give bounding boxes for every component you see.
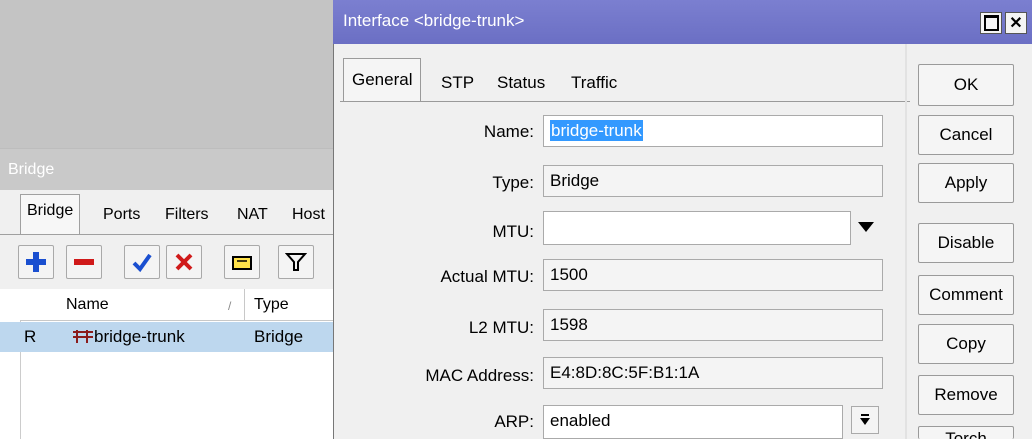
mac-address-field: E4:8D:8C:5F:B1:1A — [543, 357, 883, 389]
checkmark-icon — [132, 253, 152, 273]
tab-nat[interactable]: NAT — [230, 198, 275, 234]
tab-bridge[interactable]: Bridge — [20, 194, 81, 235]
name-field[interactable]: bridge-trunk — [543, 115, 883, 147]
actual-mtu-label: Actual MTU: — [440, 267, 534, 286]
mtu-dropdown-arrow[interactable] — [856, 219, 876, 240]
torch-button-label: Torch — [945, 429, 987, 439]
minus-icon — [74, 259, 94, 265]
note-icon — [232, 256, 252, 270]
background-area — [0, 0, 340, 148]
dialog-title-bar[interactable]: Interface <bridge-trunk> — [333, 0, 1032, 44]
remove-button[interactable] — [66, 245, 102, 279]
plus-icon — [26, 252, 46, 272]
enable-button[interactable] — [124, 245, 160, 279]
type-field: Bridge — [543, 165, 883, 197]
column-divider — [244, 289, 245, 321]
comment-button[interactable] — [224, 245, 260, 279]
cancel-button[interactable]: Cancel — [918, 115, 1014, 155]
tab-stp[interactable]: STP — [432, 68, 483, 100]
arp-dropdown-button[interactable] — [851, 406, 879, 434]
dialog-title: Interface <bridge-trunk> — [343, 11, 525, 30]
disable-button[interactable]: Disable — [918, 223, 1014, 263]
actual-mtu-field: 1500 — [543, 259, 883, 291]
row-type: Bridge — [254, 327, 304, 346]
tab-status[interactable]: Status — [488, 68, 554, 100]
button-column-divider — [905, 44, 907, 439]
bridge-window-title: Bridge — [8, 161, 55, 178]
disable-button[interactable] — [166, 245, 202, 279]
tab-ports[interactable]: Ports — [96, 198, 147, 234]
filter-button[interactable] — [278, 245, 314, 279]
tab-traffic[interactable]: Traffic — [562, 68, 626, 100]
column-name-header[interactable]: Name — [66, 296, 109, 314]
x-icon — [175, 253, 193, 271]
filter-icon — [285, 253, 307, 271]
dropdown-arrow-icon — [858, 222, 874, 232]
close-icon: ✕ — [1009, 15, 1023, 32]
table-row[interactable]: R bridge-trunk Bridge — [0, 322, 340, 352]
add-button[interactable] — [18, 245, 54, 279]
mac-address-label: MAC Address: — [425, 366, 534, 385]
l2-mtu-field: 1598 — [543, 309, 883, 341]
arp-label: ARP: — [494, 412, 534, 431]
sort-indicator: / — [228, 299, 232, 313]
dropdown-arrow-icon — [860, 414, 870, 425]
name-value: bridge-trunk — [550, 120, 643, 141]
tab-hosts[interactable]: Host — [285, 198, 332, 234]
bridge-window-title-bar[interactable]: Bridge — [0, 148, 340, 190]
ok-button[interactable]: OK — [918, 64, 1014, 106]
bridge-interface-icon — [72, 327, 94, 350]
list-header: Name / Type — [20, 289, 340, 321]
apply-button[interactable]: Apply — [918, 163, 1014, 203]
copy-button[interactable]: Copy — [918, 324, 1014, 364]
arp-field[interactable]: enabled — [543, 405, 843, 439]
mtu-field[interactable] — [543, 211, 851, 245]
mtu-label: MTU: — [492, 222, 534, 241]
column-type-header[interactable]: Type — [254, 296, 289, 314]
name-label: Name: — [483, 122, 534, 141]
tab-general[interactable]: General — [343, 58, 422, 102]
close-button[interactable]: ✕ — [1005, 12, 1027, 34]
remove-button[interactable]: Remove — [918, 375, 1014, 415]
type-label: Type: — [492, 173, 534, 192]
list-gutter — [0, 289, 20, 439]
tab-filters[interactable]: Filters — [158, 198, 216, 234]
tab-divider — [0, 234, 340, 235]
maximize-icon — [983, 15, 999, 31]
tab-divider — [340, 101, 910, 102]
row-flag: R — [24, 327, 37, 346]
torch-button[interactable]: Torch — [918, 426, 1014, 439]
maximize-button[interactable] — [980, 12, 1002, 34]
l2-mtu-label: L2 MTU: — [468, 318, 534, 337]
comment-button[interactable]: Comment — [918, 275, 1014, 315]
row-name: bridge-trunk — [94, 327, 185, 346]
